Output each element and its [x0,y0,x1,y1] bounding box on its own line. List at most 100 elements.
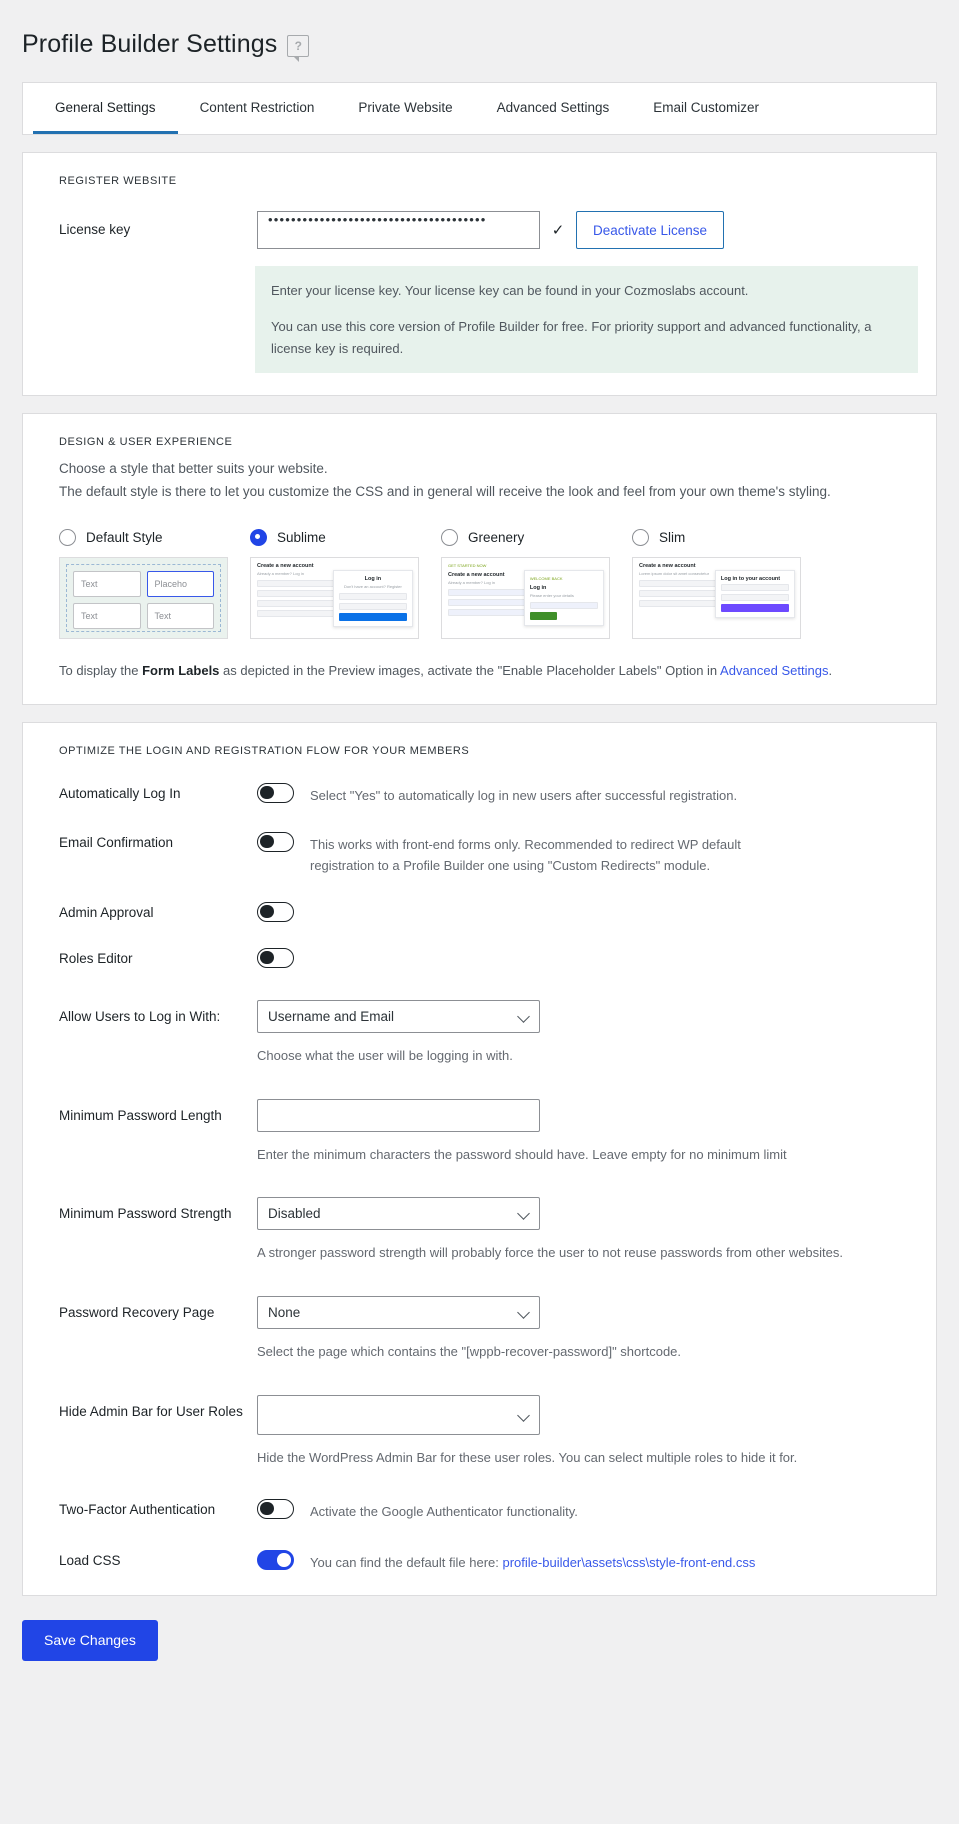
tab-general-settings[interactable]: General Settings [33,83,178,134]
design-section-title: DESIGN & USER EXPERIENCE [23,436,936,448]
note-bold: Form Labels [142,663,219,678]
preview-slim-title: Create a new account [639,563,794,569]
style-preview-sublime[interactable]: Create a new account Already a member? L… [250,557,419,639]
help-roles-editor [310,948,805,950]
preview-field-text-3: Text [147,603,215,629]
preview-field-text-1: Text [73,571,141,597]
optimize-section-title: OPTIMIZE THE LOGIN AND REGISTRATION FLOW… [23,745,936,757]
deactivate-license-button[interactable]: Deactivate License [576,211,724,249]
preview-field-text-2: Text [73,603,141,629]
toggle-roles-editor[interactable] [257,948,294,968]
style-preview-greenery[interactable]: GET STARTED NOW Create a new account Alr… [441,557,610,639]
preview-field-placeholder: Placeho [147,571,215,597]
license-notice-line-1: Enter your license key. Your license key… [271,280,902,301]
option-row-load-css: Load CSS You can find the default file h… [23,1550,936,1573]
toggle-automatically-log-in[interactable] [257,783,294,803]
label-automatically-log-in: Automatically Log In [59,783,257,801]
toggle-two-factor[interactable] [257,1499,294,1519]
preview-greenery-login-field [530,602,598,609]
select-login-with[interactable]: Username and Email [257,1000,540,1033]
style-label-greenery: Greenery [468,530,524,545]
label-email-confirmation: Email Confirmation [59,832,257,850]
tab-content-restriction[interactable]: Content Restriction [178,83,337,134]
license-valid-check-icon: ✓ [540,221,576,239]
note-suffix: . [828,663,832,678]
field-row-min-password-strength: Minimum Password Strength Disabled A str… [23,1197,936,1264]
license-key-row: License key ••••••••••••••••••••••••••••… [23,211,936,249]
load-css-file-link[interactable]: profile-builder\assets\css\style-front-e… [503,1555,756,1570]
toggle-knob [277,1553,291,1567]
toggle-admin-approval[interactable] [257,902,294,922]
radio-slim-style[interactable] [632,529,649,546]
option-row-two-factor: Two-Factor Authentication Activate the G… [23,1499,936,1522]
tab-private-website[interactable]: Private Website [336,83,474,134]
tab-advanced-settings[interactable]: Advanced Settings [475,83,632,134]
toggle-email-confirmation[interactable] [257,832,294,852]
preview-sublime-login-card: Log in Don't have an account? Register [333,570,413,627]
select-hide-admin-bar[interactable] [257,1395,540,1435]
form-labels-note: To display the Form Labels as depicted i… [23,639,936,682]
style-preview-slim[interactable]: Create a new account Lorem ipsum dolor s… [632,557,801,639]
style-radio-default-wrap[interactable]: Default Style [59,529,228,546]
save-changes-button[interactable]: Save Changes [22,1620,158,1661]
style-label-sublime: Sublime [277,530,326,545]
license-notice-line-2: You can use this core version of Profile… [271,316,902,359]
field-row-min-password-length: Minimum Password Length Enter the minimu… [23,1099,936,1166]
option-row-roles-editor: Roles Editor [23,948,936,968]
toggle-load-css[interactable] [257,1550,294,1570]
radio-sublime-style[interactable] [250,529,267,546]
style-option-sublime: Sublime Create a new account Already a m… [250,529,419,639]
page-title: Profile Builder Settings [22,29,277,59]
preview-slim-login-field [721,584,789,591]
help-two-factor: Activate the Google Authenticator functi… [310,1499,805,1522]
design-experience-card: DESIGN & USER EXPERIENCE Choose a style … [22,413,937,704]
select-password-recovery-page[interactable]: None [257,1296,540,1329]
help-hide-admin-bar: Hide the WordPress Admin Bar for these u… [257,1448,918,1469]
preview-slim-login-title: Log in to your account [721,576,789,582]
preview-sublime-login-title: Log in [339,576,407,582]
style-label-slim: Slim [659,530,685,545]
field-row-hide-admin-bar: Hide Admin Bar for User Roles Hide the W… [23,1395,936,1469]
help-load-css-prefix: You can find the default file here: [310,1555,503,1570]
style-radio-sublime-wrap[interactable]: Sublime [250,529,419,546]
radio-greenery-style[interactable] [441,529,458,546]
advanced-settings-link[interactable]: Advanced Settings [720,663,828,678]
license-key-input[interactable]: •••••••••••••••••••••••••••••••••••••• [257,211,540,249]
input-min-password-length[interactable] [257,1099,540,1132]
preview-greenery-login-card: WELCOME BACK Log in Please enter your de… [524,570,604,626]
preview-slim-login-card: Log in to your account [715,570,795,618]
page-header: Profile Builder Settings ? [0,0,959,70]
label-min-password-length: Minimum Password Length [59,1099,257,1123]
help-password-recovery-page: Select the page which contains the "[wpp… [257,1342,918,1363]
license-notice: Enter your license key. Your license key… [255,266,918,373]
optimize-flow-card: OPTIMIZE THE LOGIN AND REGISTRATION FLOW… [22,722,937,1596]
preview-greenery-login-title: Log in [530,585,598,591]
select-min-password-strength[interactable]: Disabled [257,1197,540,1230]
toggle-knob [260,905,274,919]
note-prefix: To display the [59,663,142,678]
label-hide-admin-bar: Hide Admin Bar for User Roles [59,1395,257,1419]
option-row-email-confirmation: Email Confirmation This works with front… [23,832,936,876]
label-min-password-strength: Minimum Password Strength [59,1197,257,1221]
help-automatically-log-in: Select "Yes" to automatically log in new… [310,783,805,806]
preview-greenery-eyebrow: GET STARTED NOW [448,563,603,568]
field-row-login-with: Allow Users to Log in With: Username and… [23,1000,936,1067]
field-row-password-recovery-page: Password Recovery Page None Select the p… [23,1296,936,1363]
style-option-default: Default Style Text Placeho Text Text [59,529,228,639]
page-root: Profile Builder Settings ? General Setti… [0,0,959,1701]
register-website-card: REGISTER WEBSITE License key •••••••••••… [22,152,937,396]
style-radio-greenery-wrap[interactable]: Greenery [441,529,610,546]
toggle-knob [260,835,274,849]
style-label-default: Default Style [86,530,163,545]
chevron-down-icon [517,1409,530,1422]
preview-greenery-login-sub: Please enter your details [530,593,598,598]
radio-default-style[interactable] [59,529,76,546]
style-radio-slim-wrap[interactable]: Slim [632,529,801,546]
preview-sublime-login-field [339,593,407,600]
tab-email-customizer[interactable]: Email Customizer [631,83,781,134]
style-option-greenery: Greenery GET STARTED NOW Create a new ac… [441,529,610,639]
help-question-icon[interactable]: ? [287,35,309,57]
preview-sublime-title: Create a new account [257,563,412,569]
style-preview-default[interactable]: Text Placeho Text Text [59,557,228,639]
select-login-with-value: Username and Email [268,1009,394,1024]
